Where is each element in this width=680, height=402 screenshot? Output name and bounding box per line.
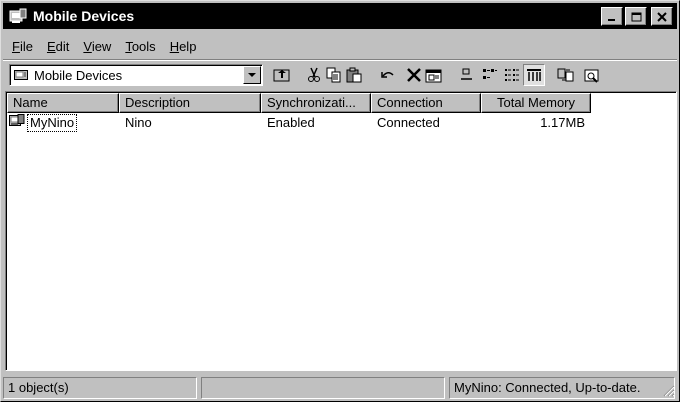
minimize-icon xyxy=(608,18,615,21)
properties-button[interactable] xyxy=(423,64,445,86)
status-object-count: 1 object(s) xyxy=(3,377,197,399)
list-row[interactable]: MyNino Nino Enabled Connected 1.17MB xyxy=(7,114,591,132)
menu-tools[interactable]: Tools xyxy=(118,39,162,54)
cut-button[interactable] xyxy=(303,64,325,86)
menu-help-mnemonic: H xyxy=(169,38,180,54)
menu-view-mnemonic: V xyxy=(83,38,92,54)
maximize-button[interactable] xyxy=(625,7,647,26)
undo-icon xyxy=(381,72,394,78)
undo-button[interactable] xyxy=(377,64,399,86)
device-folder-icon xyxy=(14,69,30,81)
maximize-icon xyxy=(631,12,641,21)
small-icons-button[interactable] xyxy=(479,64,501,86)
synchronize-button[interactable] xyxy=(555,64,577,86)
sync-icon xyxy=(557,68,574,82)
menu-help-rest: elp xyxy=(179,38,197,54)
status-middle-panel xyxy=(201,377,445,399)
large-icons-button[interactable] xyxy=(457,64,479,86)
menu-bar: File Edit View Tools Help xyxy=(5,35,203,57)
cell-description: Nino xyxy=(125,115,152,130)
mobile-devices-icon xyxy=(9,8,27,24)
menu-file-mnemonic: F xyxy=(12,38,20,54)
column-description[interactable]: Description xyxy=(119,93,261,113)
details-icon xyxy=(527,69,541,81)
address-combo[interactable]: Mobile Devices xyxy=(9,64,263,86)
menu-file[interactable]: File xyxy=(5,39,40,54)
explore-icon xyxy=(584,69,599,83)
properties-icon xyxy=(425,69,442,83)
list-icon xyxy=(505,69,519,81)
column-connection[interactable]: Connection xyxy=(371,93,481,113)
scissors-icon xyxy=(308,67,320,82)
menu-file-rest: ile xyxy=(19,38,33,54)
explore-button[interactable] xyxy=(581,64,603,86)
window-title: Mobile Devices xyxy=(33,8,135,24)
cell-total-memory: 1.17MB xyxy=(540,115,585,130)
column-synchronization[interactable]: Synchronizati... xyxy=(261,93,371,113)
menu-help[interactable]: Help xyxy=(163,39,204,54)
cell-name: MyNino xyxy=(7,114,119,132)
menu-edit[interactable]: Edit xyxy=(40,39,76,54)
toolbar: Mobile Devices xyxy=(5,61,677,89)
list-view-button[interactable] xyxy=(501,64,523,86)
cell-synchronization: Enabled xyxy=(267,115,315,130)
copy-icon xyxy=(326,67,341,83)
chevron-down-icon xyxy=(248,72,256,77)
column-name[interactable]: Name xyxy=(7,93,119,113)
title-bar[interactable]: Mobile Devices xyxy=(3,3,677,29)
details-view-button[interactable] xyxy=(523,64,545,86)
address-dropdown-button[interactable] xyxy=(243,66,261,84)
address-value: Mobile Devices xyxy=(34,67,123,83)
large-icons-icon xyxy=(461,68,472,80)
paste-button[interactable] xyxy=(343,64,365,86)
menu-edit-mnemonic: E xyxy=(46,38,56,54)
column-total-memory[interactable]: Total Memory xyxy=(481,93,591,113)
menu-view[interactable]: View xyxy=(76,39,118,54)
device-name: MyNino xyxy=(27,114,78,132)
up-folder-icon xyxy=(273,69,290,82)
resize-grip-icon[interactable] xyxy=(661,383,675,397)
list-header: Name Description Synchronizati... Connec… xyxy=(7,93,591,113)
delete-button[interactable] xyxy=(403,64,425,86)
copy-button[interactable] xyxy=(323,64,345,86)
minimize-button[interactable] xyxy=(601,7,623,26)
up-folder-button[interactable] xyxy=(271,64,293,86)
device-list[interactable]: Name Description Synchronizati... Connec… xyxy=(5,91,677,371)
mobile-devices-window: Mobile Devices File Edit View Tools Help xyxy=(0,0,680,402)
delete-icon xyxy=(407,68,421,82)
cell-connection: Connected xyxy=(377,115,440,130)
menu-tools-rest: ools xyxy=(131,38,156,54)
status-bar: 1 object(s) MyNino: Connected, Up-to-dat… xyxy=(3,377,677,399)
status-device-connection: MyNino: Connected, Up-to-date. xyxy=(449,377,675,399)
menu-view-rest: iew xyxy=(91,38,112,54)
close-icon xyxy=(657,11,667,22)
device-icon xyxy=(9,114,25,132)
small-icons-icon xyxy=(483,69,497,79)
close-button[interactable] xyxy=(651,7,673,26)
paste-icon xyxy=(346,67,362,83)
menu-edit-rest: dit xyxy=(55,38,70,54)
